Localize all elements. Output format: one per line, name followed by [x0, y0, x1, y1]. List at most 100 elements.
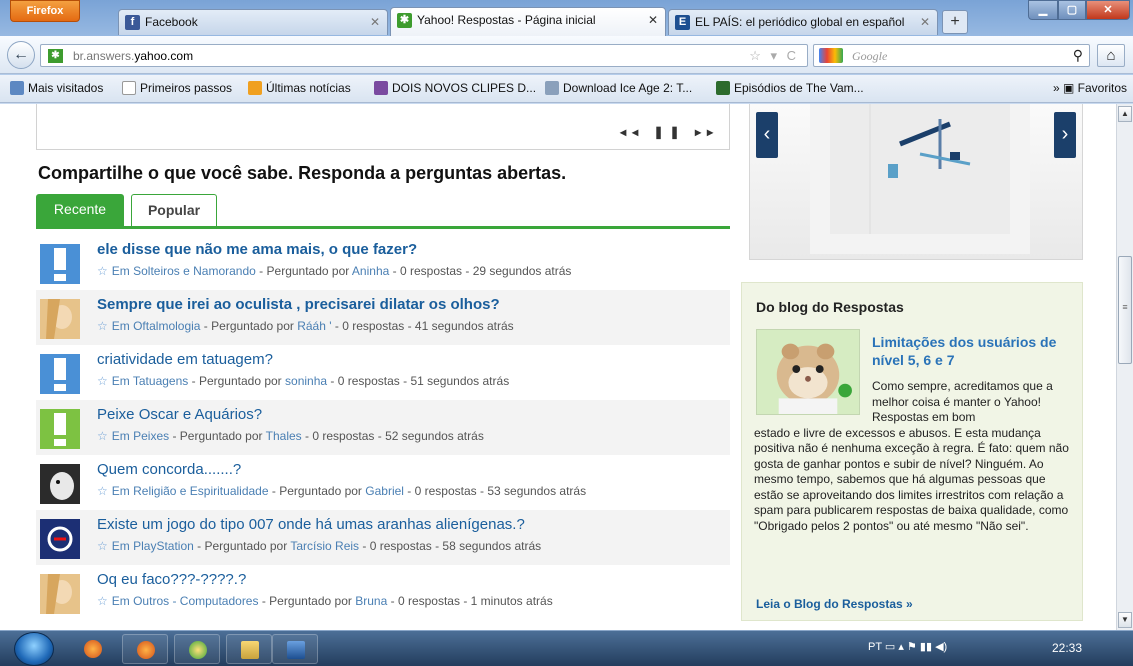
bookmark-download-ice-age[interactable]: Download Ice Age 2: T...: [545, 81, 692, 95]
avatar[interactable]: [40, 519, 80, 559]
question-author[interactable]: soninha: [285, 374, 327, 388]
bookmark-dois-novos-clipes[interactable]: DOIS NOVOS CLIPES D...: [374, 81, 536, 95]
taskbar-app-firefox-pinned[interactable]: [70, 634, 116, 664]
question-row[interactable]: Peixe Oscar e Aquários? ☆ Em Peixes - Perg…: [36, 400, 730, 455]
bookmark-primeiros-passos[interactable]: Primeiros passos: [122, 81, 232, 95]
url-bar[interactable]: ✱ br.answers.yahoo.com ☆ ▾ C: [40, 44, 808, 67]
star-icon[interactable]: ☆: [97, 319, 108, 333]
question-author[interactable]: Tarcísio Reis: [290, 539, 359, 553]
close-icon[interactable]: ✕: [920, 10, 930, 34]
taskbar-clock[interactable]: 22:33: [1052, 641, 1082, 655]
question-category[interactable]: Em Peixes: [112, 429, 169, 443]
home-button[interactable]: ⌂: [1097, 44, 1125, 67]
question-author[interactable]: Rááh ': [297, 319, 331, 333]
language-indicator[interactable]: PT: [868, 641, 882, 653]
question-title[interactable]: Sempre que irei ao oculista , precisarei…: [97, 296, 500, 313]
search-placeholder: Google: [852, 49, 888, 63]
question-row[interactable]: ele disse que não me ama mais, o que faz…: [36, 235, 730, 290]
favorites-button[interactable]: » ▣ Favoritos: [1053, 81, 1127, 95]
question-category[interactable]: Em Religião e Espiritualidade: [112, 484, 269, 498]
bookmark-mais-visitados[interactable]: Mais visitados: [10, 81, 103, 95]
default-avatar-icon[interactable]: [40, 244, 80, 284]
video-controls[interactable]: ◂◂ ❚❚ ▸▸: [620, 125, 719, 139]
close-icon[interactable]: ✕: [648, 8, 658, 32]
close-window-button[interactable]: ✕: [1086, 0, 1130, 20]
question-category[interactable]: Em Tatuagens: [112, 374, 189, 388]
vertical-scrollbar[interactable]: ▲ ≡ ▼: [1116, 104, 1133, 630]
question-author-prefix: Perguntado por: [198, 374, 282, 388]
bookmark-star-icon[interactable]: ☆ ▾ C: [749, 48, 799, 64]
question-title[interactable]: criatividade em tatuagem?: [97, 351, 273, 368]
blog-read-more-link[interactable]: Leia o Blog do Respostas »: [756, 597, 913, 611]
minimize-button[interactable]: ▁: [1028, 0, 1058, 20]
question-row[interactable]: Oq eu faco???-????.? ☆ Em Outros - Computa…: [36, 565, 730, 620]
question-title[interactable]: Existe um jogo do tipo 007 onde há umas …: [97, 516, 525, 533]
promo-image[interactable]: [810, 104, 1030, 254]
taskbar-app-firefox[interactable]: [122, 634, 168, 664]
scroll-thumb[interactable]: ≡: [1118, 256, 1132, 364]
maximize-button[interactable]: ▢: [1058, 0, 1086, 20]
question-category[interactable]: Em Outros - Computadores: [112, 594, 259, 608]
star-icon[interactable]: ☆: [97, 374, 108, 388]
rss-icon: [248, 81, 262, 95]
star-icon[interactable]: ☆: [97, 429, 108, 443]
star-icon[interactable]: ☆: [97, 264, 108, 278]
question-row[interactable]: Sempre que irei ao oculista , precisarei…: [36, 290, 730, 345]
question-row[interactable]: Quem concorda.......? ☆ Em Religião e Espi…: [36, 455, 730, 510]
question-author[interactable]: Bruna: [355, 594, 387, 608]
taskbar-app-explorer[interactable]: [226, 634, 272, 664]
question-title[interactable]: ele disse que não me ama mais, o que faz…: [97, 241, 417, 258]
firefox-menu-button[interactable]: Firefox: [10, 0, 80, 22]
question-category[interactable]: Em PlayStation: [112, 539, 194, 553]
question-title[interactable]: Peixe Oscar e Aquários?: [97, 406, 262, 423]
video-icon: [716, 81, 730, 95]
tab-el-pais[interactable]: E EL PAÍS: el periódico global en españo…: [668, 9, 938, 35]
bookmark-episodios-vam[interactable]: Episódios de The Vam...: [716, 81, 864, 95]
question-title[interactable]: Oq eu faco???-????.?: [97, 571, 246, 588]
bookmark-ultimas-noticias[interactable]: Últimas notícias: [248, 81, 351, 95]
tab-facebook[interactable]: f Facebook ✕: [118, 9, 388, 35]
action-center-icon[interactable]: ⚑: [907, 641, 917, 653]
avatar[interactable]: [40, 464, 80, 504]
new-tab-button[interactable]: +: [942, 10, 968, 34]
question-row[interactable]: criatividade em tatuagem? ☆ Em Tatuagens -…: [36, 345, 730, 400]
volume-icon[interactable]: ◀): [935, 641, 947, 653]
question-author[interactable]: Gabriel: [365, 484, 404, 498]
site-identity-icon[interactable]: ✱: [48, 49, 63, 63]
default-avatar-icon[interactable]: [40, 354, 80, 394]
google-icon[interactable]: [819, 48, 843, 63]
tab-recente[interactable]: Recente: [36, 194, 124, 226]
question-time: 29 segundos atrás: [472, 264, 572, 278]
taskbar-app-messenger[interactable]: [174, 634, 220, 664]
carousel-next-button[interactable]: ›: [1054, 112, 1076, 158]
taskbar-app-word[interactable]: [272, 634, 318, 664]
carousel-prev-button[interactable]: ‹: [756, 112, 778, 158]
star-icon[interactable]: ☆: [97, 594, 108, 608]
question-author[interactable]: Thales: [266, 429, 302, 443]
back-button[interactable]: ←: [7, 41, 35, 69]
question-author[interactable]: Aninha: [352, 264, 389, 278]
question-category[interactable]: Em Oftalmologia: [112, 319, 201, 333]
question-category[interactable]: Em Solteiros e Namorando: [112, 264, 256, 278]
keyboard-icon[interactable]: ▭: [885, 641, 895, 653]
blog-post-title[interactable]: Limitações dos usuários de nível 5, 6 e …: [872, 333, 1072, 369]
avatar[interactable]: [40, 299, 80, 339]
question-title[interactable]: Quem concorda.......?: [97, 461, 241, 478]
search-icon[interactable]: ⚲: [1073, 47, 1083, 64]
star-icon[interactable]: ☆: [97, 484, 108, 498]
avatar[interactable]: [40, 574, 80, 614]
show-hidden-icons-icon[interactable]: ▴: [898, 641, 904, 653]
network-icon[interactable]: ▮▮: [920, 641, 932, 653]
scroll-up-button[interactable]: ▲: [1118, 106, 1132, 122]
search-bar[interactable]: Google ⚲: [813, 44, 1090, 67]
tab-yahoo-respostas[interactable]: ✱ Yahoo! Respostas - Página inicial ✕: [390, 7, 666, 36]
default-avatar-icon[interactable]: [40, 409, 80, 449]
scroll-down-button[interactable]: ▼: [1118, 612, 1132, 628]
tab-label: Yahoo! Respostas - Página inicial: [417, 13, 596, 27]
close-icon[interactable]: ✕: [370, 10, 380, 34]
question-author-prefix: Perguntado por: [266, 264, 350, 278]
start-button[interactable]: [14, 632, 54, 666]
tab-popular[interactable]: Popular: [131, 194, 217, 226]
star-icon[interactable]: ☆: [97, 539, 108, 553]
question-row[interactable]: Existe um jogo do tipo 007 onde há umas …: [36, 510, 730, 565]
